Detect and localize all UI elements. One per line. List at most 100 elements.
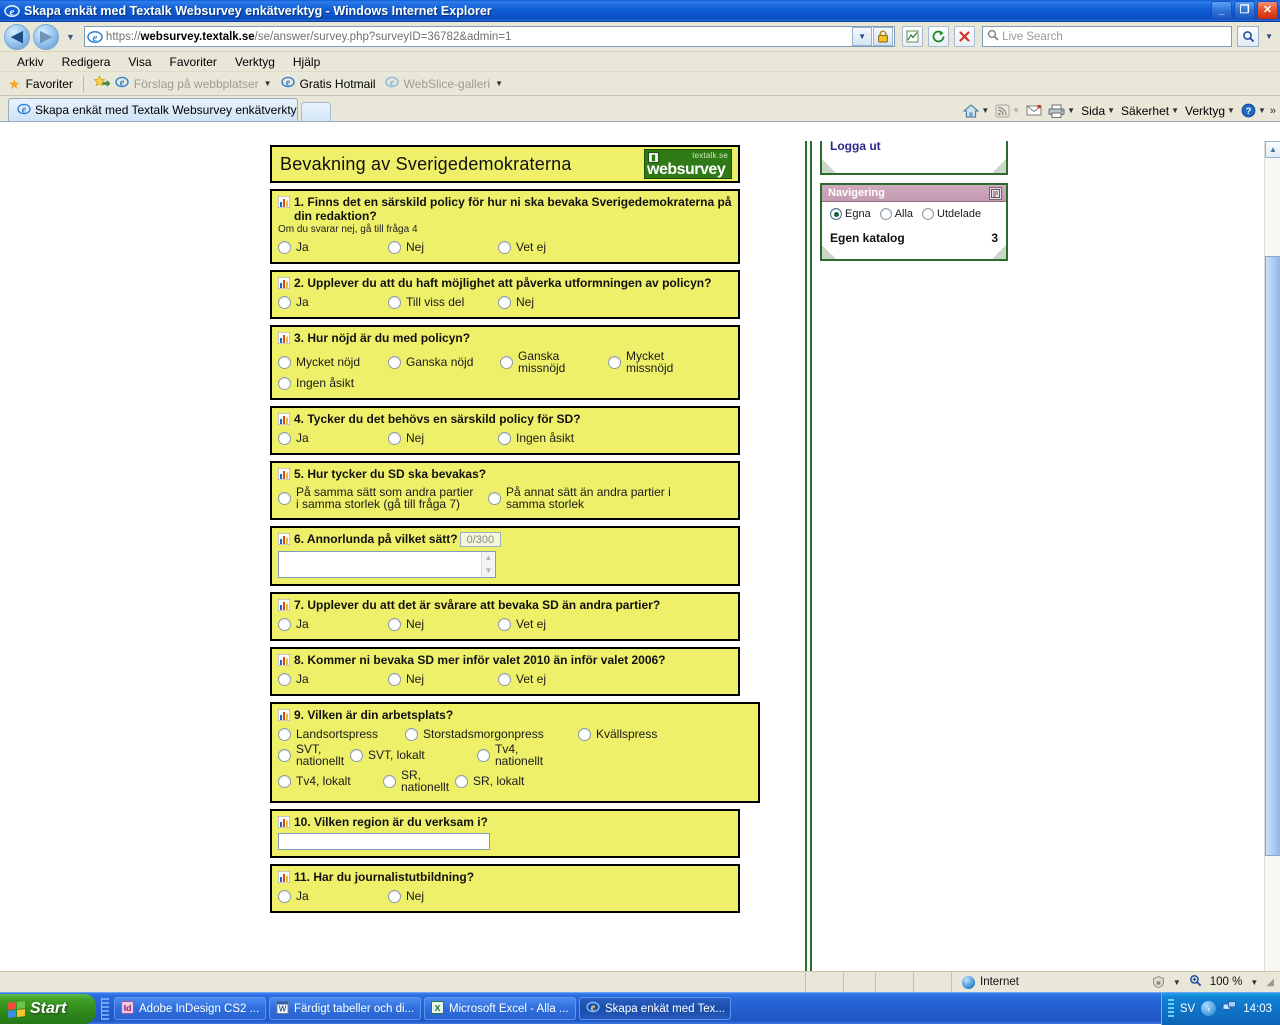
suggested-sites-icon[interactable]: e — [115, 75, 129, 92]
protected-mode-caret-icon[interactable]: ▼ — [1173, 978, 1181, 987]
radio-icon[interactable] — [278, 672, 291, 686]
favorites-star-icon[interactable]: ★ — [8, 77, 21, 91]
search-input[interactable]: Live Search — [1002, 31, 1063, 43]
menu-item-arkiv[interactable]: Arkiv — [8, 55, 53, 69]
menu-item-redigera[interactable]: Redigera — [53, 55, 120, 69]
question-3-option-0[interactable]: Mycket nöjd — [278, 350, 388, 374]
tray-show-hidden-icon[interactable]: ‹ — [1201, 1001, 1217, 1016]
taskbar-item-excel[interactable]: X Microsoft Excel - Alla ... — [424, 997, 576, 1020]
help-icon[interactable]: ? ▼ — [1239, 103, 1268, 118]
question-10-input[interactable] — [278, 833, 490, 850]
radio-icon[interactable] — [278, 889, 291, 903]
menu-item-favoriter[interactable]: Favoriter — [161, 55, 226, 69]
compatibility-view-icon[interactable] — [902, 26, 924, 47]
radio-icon[interactable] — [278, 376, 291, 390]
feeds-icon[interactable]: ▼ — [993, 104, 1022, 118]
refresh-icon[interactable] — [928, 26, 950, 47]
radio-icon[interactable] — [922, 208, 935, 220]
radio-icon[interactable] — [477, 748, 490, 762]
back-button[interactable]: ◀ — [4, 23, 30, 50]
taskbar-item-ie[interactable]: e Skapa enkät med Tex... — [579, 997, 731, 1020]
radio-icon[interactable] — [278, 491, 291, 505]
zoom-caret-icon[interactable]: ▼ — [1250, 978, 1258, 987]
nav-radio-utdelade[interactable]: Utdelade — [922, 208, 981, 220]
radio-icon[interactable] — [498, 431, 511, 445]
address-bar[interactable]: e https://websurvey.textalk.se/se/answer… — [83, 26, 896, 47]
favbar-item-forslag-pa-webbplatser[interactable]: Förslag på webbplatser — [134, 77, 259, 91]
lock-icon[interactable] — [873, 27, 894, 46]
hotmail-icon[interactable]: e — [280, 75, 295, 92]
question-9-option-3[interactable]: SVT, nationellt — [278, 743, 350, 767]
command-item-sakerhet[interactable]: Säkerhet ▼ — [1119, 104, 1181, 118]
search-submit-icon[interactable] — [1237, 26, 1260, 47]
radio-icon[interactable] — [498, 617, 511, 631]
radio-icon[interactable] — [278, 240, 291, 254]
question-5-option-0[interactable]: På samma sätt som andra partier i samma … — [278, 486, 488, 510]
question-9-option-5[interactable]: Tv4, nationellt — [477, 743, 650, 767]
question-3-option-1[interactable]: Ganska nöjd — [388, 350, 500, 374]
question-3-option-3[interactable]: Mycket missnöjd — [608, 350, 728, 374]
add-favorite-icon[interactable] — [93, 74, 111, 93]
history-dropdown-icon[interactable]: ▼ — [62, 32, 79, 42]
radio-icon[interactable] — [578, 727, 591, 741]
radio-icon[interactable] — [388, 295, 401, 309]
minimize-button[interactable]: _ — [1211, 1, 1232, 20]
tab-active[interactable]: e Skapa enkät med Textalk Websurvey enkä… — [8, 98, 298, 121]
question-1-option-0[interactable]: Ja — [278, 240, 388, 254]
favbar-item-gratis-hotmail[interactable]: Gratis Hotmail — [300, 77, 376, 91]
menu-item-verktyg[interactable]: Verktyg — [226, 55, 284, 69]
page-scrollbar-vertical[interactable]: ▲ — [1264, 141, 1280, 971]
mail-icon[interactable] — [1024, 104, 1044, 117]
radio-icon[interactable] — [388, 889, 401, 903]
scroll-thumb[interactable] — [1265, 256, 1280, 856]
search-provider-caret-icon[interactable]: ▼ — [1262, 32, 1276, 41]
address-dropdown-button[interactable]: ▼ — [852, 27, 873, 46]
restore-button[interactable]: ❐ — [1234, 1, 1255, 20]
radio-icon[interactable] — [388, 355, 401, 369]
language-indicator[interactable]: SV — [1180, 1003, 1195, 1015]
question-8-option-2[interactable]: Vet ej — [498, 672, 608, 686]
question-7-option-0[interactable]: Ja — [278, 617, 388, 631]
question-7-option-1[interactable]: Nej — [388, 617, 498, 631]
textarea-scrollbar[interactable]: ▲ ▼ — [481, 552, 495, 577]
resize-grip[interactable]: ◢ — [1266, 977, 1274, 988]
radio-icon[interactable] — [350, 748, 363, 762]
menu-item-hjalp[interactable]: Hjälp — [284, 55, 329, 69]
search-box[interactable]: Live Search — [982, 26, 1233, 47]
radio-icon[interactable] — [608, 355, 621, 369]
question-4-option-2[interactable]: Ingen åsikt — [498, 431, 628, 445]
radio-icon[interactable] — [455, 774, 468, 788]
scroll-up-button[interactable]: ▲ — [1265, 141, 1280, 158]
network-icon[interactable] — [1222, 1000, 1237, 1017]
question-8-option-0[interactable]: Ja — [278, 672, 388, 686]
taskbar-item-word[interactable]: W Färdigt tabeller och di... — [269, 997, 421, 1020]
radio-icon[interactable] — [383, 774, 396, 788]
nav-radio-egna[interactable]: Egna — [830, 208, 871, 220]
radio-icon[interactable] — [278, 727, 291, 741]
question-2-option-2[interactable]: Nej — [498, 295, 608, 309]
radio-icon[interactable] — [388, 240, 401, 254]
print-icon[interactable]: ▼ — [1046, 104, 1077, 118]
question-4-option-1[interactable]: Nej — [388, 431, 498, 445]
radio-icon[interactable] — [388, 672, 401, 686]
menu-item-visa[interactable]: Visa — [119, 55, 160, 69]
question-9-option-0[interactable]: Landsortspress — [278, 727, 405, 741]
radio-icon[interactable] — [498, 672, 511, 686]
nav-radio-alla[interactable]: Alla — [879, 208, 913, 220]
catalog-row[interactable]: Egen katalog 3 — [830, 231, 998, 245]
zoom-icon[interactable] — [1189, 974, 1202, 990]
scroll-down-icon[interactable]: ▼ — [485, 565, 493, 577]
question-8-option-1[interactable]: Nej — [388, 672, 498, 686]
radio-icon[interactable] — [498, 240, 511, 254]
zoom-level-label[interactable]: 100 % — [1210, 976, 1243, 988]
protected-mode-icon[interactable] — [1152, 976, 1165, 989]
question-3-option-2[interactable]: Ganska missnöjd — [500, 350, 608, 374]
command-overflow-icon[interactable]: » — [1270, 105, 1276, 117]
question-9-option-7[interactable]: SR, nationellt — [383, 769, 455, 793]
clock[interactable]: 14:03 — [1243, 1003, 1272, 1015]
question-9-option-6[interactable]: Tv4, lokalt — [278, 769, 383, 793]
radio-icon[interactable] — [388, 617, 401, 631]
question-9-option-4[interactable]: SVT, lokalt — [350, 743, 477, 767]
navigation-panel-toggle-icon[interactable] — [989, 186, 1002, 200]
radio-icon[interactable] — [498, 295, 511, 309]
